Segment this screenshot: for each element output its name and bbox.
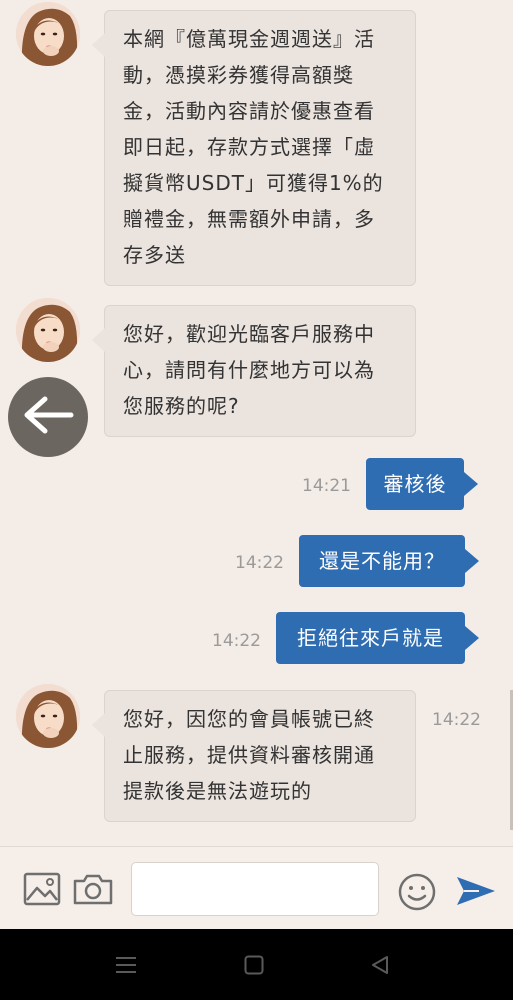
incoming-message: 您好，歡迎光臨客戶服務中 心，請問有什麼地方可以為 您服務的呢? bbox=[92, 305, 416, 437]
message-line: 存多送 bbox=[123, 243, 186, 267]
message-line: 本網『億萬現金週週送』活 bbox=[123, 27, 375, 51]
agent-avatar bbox=[16, 684, 80, 748]
outgoing-message: 還是不能用？ bbox=[299, 535, 479, 587]
menu-icon[interactable] bbox=[106, 947, 146, 983]
camera-icon[interactable] bbox=[71, 871, 115, 907]
back-button[interactable] bbox=[8, 377, 88, 457]
home-icon[interactable] bbox=[234, 947, 274, 983]
message-line: 動，憑摸彩券獲得高額獎 bbox=[123, 63, 354, 87]
message-line: 金，活動內容請於優惠查看 bbox=[123, 99, 375, 123]
arrow-left-icon bbox=[21, 395, 75, 439]
message-timestamp: 14:21 bbox=[302, 476, 351, 496]
message-line: 您好，歡迎光臨客戶服務中 bbox=[123, 322, 375, 346]
message-line: 即日起，存款方式選擇「虛 bbox=[123, 135, 375, 159]
send-icon[interactable] bbox=[454, 873, 498, 909]
incoming-message: 本網『億萬現金週週送』活 動，憑摸彩券獲得高額獎 金，活動內容請於優惠查看 即日… bbox=[92, 10, 416, 286]
image-icon[interactable] bbox=[22, 871, 62, 907]
message-timestamp: 14:22 bbox=[212, 631, 261, 651]
message-line: 止服務，提供資料審核開通 bbox=[123, 743, 375, 767]
outgoing-message: 拒絕往來戶就是 bbox=[276, 612, 479, 664]
smiley-icon[interactable] bbox=[396, 871, 438, 913]
message-line: 擬貨幣USDT」可獲得1%的 bbox=[123, 171, 384, 195]
system-navigation-bar bbox=[0, 929, 513, 1000]
message-line: 提款後是無法遊玩的 bbox=[123, 779, 312, 803]
message-composer bbox=[0, 846, 513, 930]
message-input[interactable] bbox=[131, 862, 379, 916]
incoming-message: 您好，因您的會員帳號已終 止服務，提供資料審核開通 提款後是無法遊玩的 bbox=[92, 690, 416, 822]
message-line: 贈禮金，無需額外申請，多 bbox=[123, 207, 375, 231]
message-line: 您服務的呢? bbox=[123, 394, 240, 418]
back-triangle-icon[interactable] bbox=[360, 947, 400, 983]
message-line: 您好，因您的會員帳號已終 bbox=[123, 707, 375, 731]
message-timestamp: 14:22 bbox=[432, 710, 481, 730]
agent-avatar bbox=[16, 2, 80, 66]
outgoing-message: 審核後 bbox=[366, 458, 478, 510]
agent-avatar bbox=[16, 298, 80, 362]
message-line: 心，請問有什麼地方可以為 bbox=[123, 358, 375, 382]
message-timestamp: 14:22 bbox=[235, 553, 284, 573]
